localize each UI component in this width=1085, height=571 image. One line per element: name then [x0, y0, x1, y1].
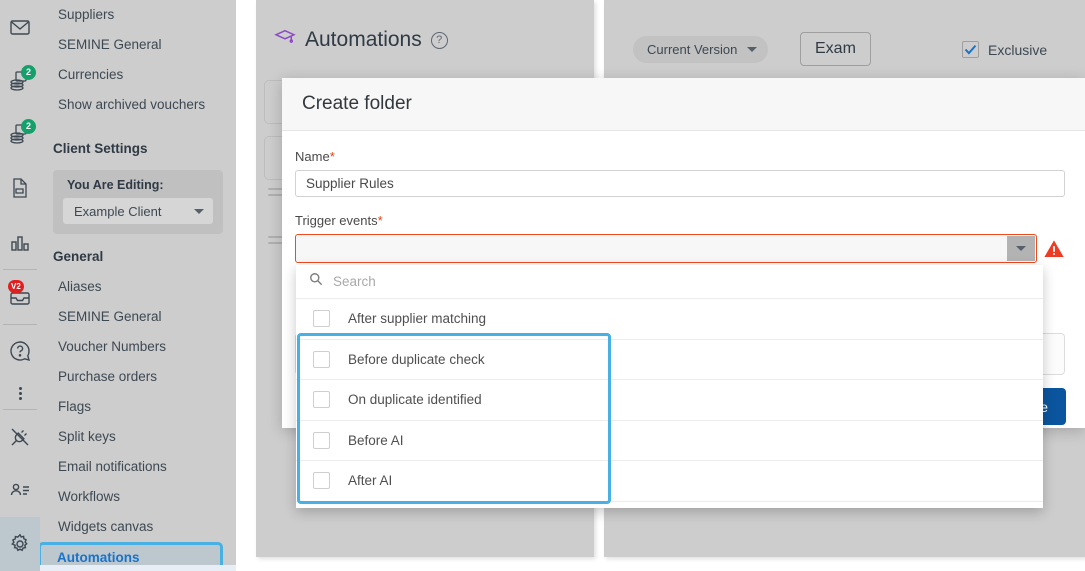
- sidebar-item-semine-general-top[interactable]: SEMINE General: [40, 30, 236, 60]
- trigger-events-dropdown: Search After supplier matching Before du…: [296, 265, 1043, 508]
- you-are-editing-label: You Are Editing:: [63, 178, 213, 192]
- modal-title: Create folder: [282, 78, 1085, 131]
- sidebar-item-suppliers[interactable]: Suppliers: [40, 0, 236, 30]
- sidebar-item-currencies[interactable]: Currencies: [40, 60, 236, 90]
- mail-icon[interactable]: [0, 0, 40, 54]
- dropdown-option-partial[interactable]: [296, 502, 1043, 509]
- version-toolbar: Current Version Exam Exclusive: [604, 0, 1085, 70]
- user-list-icon[interactable]: [0, 463, 40, 517]
- option-checkbox[interactable]: [313, 351, 330, 368]
- inbox-icon[interactable]: V2: [0, 270, 40, 324]
- page-title: Automations: [305, 28, 422, 52]
- required-marker: *: [330, 149, 335, 164]
- icon-rail: 2 2 V2: [0, 0, 40, 571]
- sidebar-item-semine-general[interactable]: SEMINE General: [40, 302, 236, 332]
- option-label: After supplier matching: [348, 311, 486, 326]
- name-input[interactable]: Supplier Rules: [295, 170, 1065, 197]
- trigger-select-row: [295, 234, 1065, 263]
- sidebar-bottom-strip: [40, 565, 236, 571]
- exclusive-checkbox-row[interactable]: Exclusive: [962, 41, 1047, 58]
- trigger-events-select[interactable]: [295, 234, 1037, 263]
- help-question-icon[interactable]: ?: [431, 32, 448, 49]
- option-checkbox[interactable]: [313, 432, 330, 449]
- option-checkbox[interactable]: [313, 391, 330, 408]
- sidebar-item-automations[interactable]: Automations: [40, 542, 223, 565]
- required-marker: *: [378, 213, 383, 228]
- page-title-row: Automations ?: [274, 28, 448, 52]
- badge-version: V2: [8, 280, 24, 293]
- trigger-field-label: Trigger events*: [295, 213, 1065, 228]
- trigger-label-text: Trigger events: [295, 213, 378, 228]
- sidebar-item-voucher-numbers[interactable]: Voucher Numbers: [40, 332, 236, 362]
- dropdown-option[interactable]: Before duplicate check: [296, 340, 1043, 381]
- dropdown-option[interactable]: After supplier matching: [296, 299, 1043, 340]
- option-label: Before AI: [348, 433, 404, 448]
- exam-button[interactable]: Exam: [800, 32, 871, 66]
- name-label-text: Name: [295, 149, 330, 164]
- graduation-cap-icon: [274, 28, 296, 52]
- option-checkbox[interactable]: [313, 472, 330, 489]
- name-input-value: Supplier Rules: [306, 176, 394, 191]
- sidebar-item-email-notifications[interactable]: Email notifications: [40, 452, 236, 482]
- exclusive-checkbox[interactable]: [962, 41, 979, 58]
- sidebar-item-aliases[interactable]: Aliases: [40, 272, 236, 302]
- sidebar-heading-client-settings: Client Settings: [40, 134, 236, 164]
- dropdown-options-list: After supplier matching Before duplicate…: [296, 299, 1043, 508]
- option-checkbox[interactable]: [313, 310, 330, 327]
- dropdown-option[interactable]: After AI: [296, 461, 1043, 502]
- sidebar-item-show-archived-vouchers[interactable]: Show archived vouchers: [40, 90, 236, 120]
- dropdown-search-input[interactable]: Search: [333, 274, 376, 289]
- client-select[interactable]: Example Client: [63, 198, 213, 224]
- sidebar-item-flags[interactable]: Flags: [40, 392, 236, 422]
- sidebar-item-widgets-canvas[interactable]: Widgets canvas: [40, 512, 236, 542]
- document-icon[interactable]: [0, 161, 40, 215]
- option-label: Before duplicate check: [348, 352, 485, 367]
- badge-count: 2: [21, 119, 36, 134]
- sidebar-item-split-keys[interactable]: Split keys: [40, 422, 236, 452]
- dropdown-option[interactable]: On duplicate identified: [296, 380, 1043, 421]
- option-label: After AI: [348, 473, 392, 488]
- option-label: On duplicate identified: [348, 392, 482, 407]
- bar-chart-icon[interactable]: [0, 215, 40, 269]
- sidebar-item-purchase-orders[interactable]: Purchase orders: [40, 362, 236, 392]
- trigger-select-value: [296, 235, 1006, 262]
- coins-stack-icon[interactable]: 2: [0, 54, 40, 108]
- dropdown-option[interactable]: Before AI: [296, 421, 1043, 462]
- exclusive-label: Exclusive: [988, 42, 1047, 58]
- more-vertical-icon[interactable]: [0, 378, 40, 408]
- chevron-down-icon: [747, 47, 757, 52]
- client-select-value: Example Client: [74, 204, 161, 219]
- coins-stack-icon-2[interactable]: 2: [0, 108, 40, 162]
- dropdown-toggle-button[interactable]: [1007, 236, 1035, 261]
- sidebar-heading-general: General: [40, 242, 236, 272]
- dropdown-search-row[interactable]: Search: [296, 265, 1043, 299]
- help-icon[interactable]: [0, 324, 40, 378]
- settings-gear-icon[interactable]: [0, 517, 40, 571]
- search-icon: [309, 272, 323, 291]
- chevron-down-icon: [194, 209, 204, 214]
- version-select[interactable]: Current Version: [633, 36, 768, 63]
- sidebar-item-workflows[interactable]: Workflows: [40, 482, 236, 512]
- chevron-down-icon: [1016, 246, 1026, 251]
- plug-disconnected-icon[interactable]: [0, 410, 40, 464]
- warning-icon: [1043, 238, 1065, 260]
- version-select-value: Current Version: [647, 42, 737, 57]
- you-are-editing-box: You Are Editing: Example Client: [53, 170, 223, 234]
- badge-count: 2: [21, 65, 36, 80]
- name-field-label: Name*: [295, 149, 1065, 164]
- settings-sidebar: Suppliers SEMINE General Currencies Show…: [40, 0, 236, 565]
